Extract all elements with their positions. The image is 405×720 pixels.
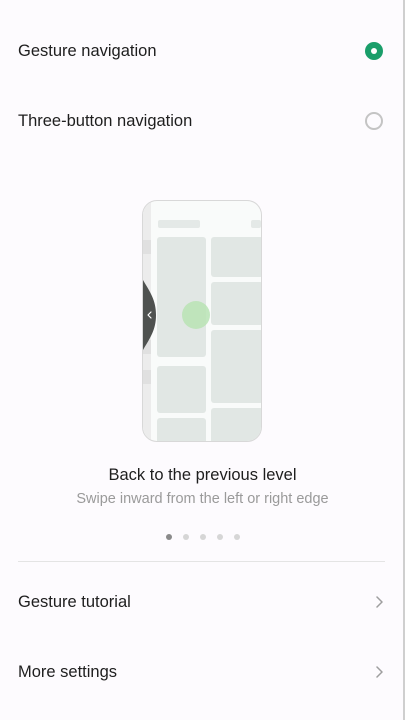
phone-illustration-icon	[142, 200, 262, 442]
page-dot[interactable]	[233, 534, 240, 540]
illustration-title: Back to the previous level	[108, 466, 297, 484]
chevron-right-icon	[376, 596, 383, 608]
gesture-tutorial-label: Gesture tutorial	[18, 592, 131, 611]
radio-selected-icon[interactable]	[365, 42, 383, 60]
option-three-button-navigation[interactable]: Three-button navigation	[0, 86, 405, 156]
page-dot[interactable]	[216, 534, 223, 540]
more-settings-label: More settings	[18, 662, 118, 681]
gesture-tutorial-item[interactable]: Gesture tutorial	[0, 567, 405, 637]
more-settings-item[interactable]: More settings	[0, 637, 405, 707]
option-label: Gesture navigation	[18, 41, 157, 60]
page-dot[interactable]	[165, 534, 172, 540]
gesture-illustration	[140, 200, 264, 443]
section-divider	[18, 561, 385, 562]
page-indicator	[0, 534, 405, 540]
option-gesture-navigation[interactable]: Gesture navigation	[0, 16, 405, 86]
page-dot[interactable]	[199, 534, 206, 540]
page-dot[interactable]	[182, 534, 189, 540]
option-label: Three-button navigation	[18, 111, 193, 130]
illustration-subtitle: Swipe inward from the left or right edge	[76, 491, 329, 507]
radio-unselected-icon[interactable]	[365, 112, 383, 130]
chevron-right-icon	[376, 666, 383, 678]
